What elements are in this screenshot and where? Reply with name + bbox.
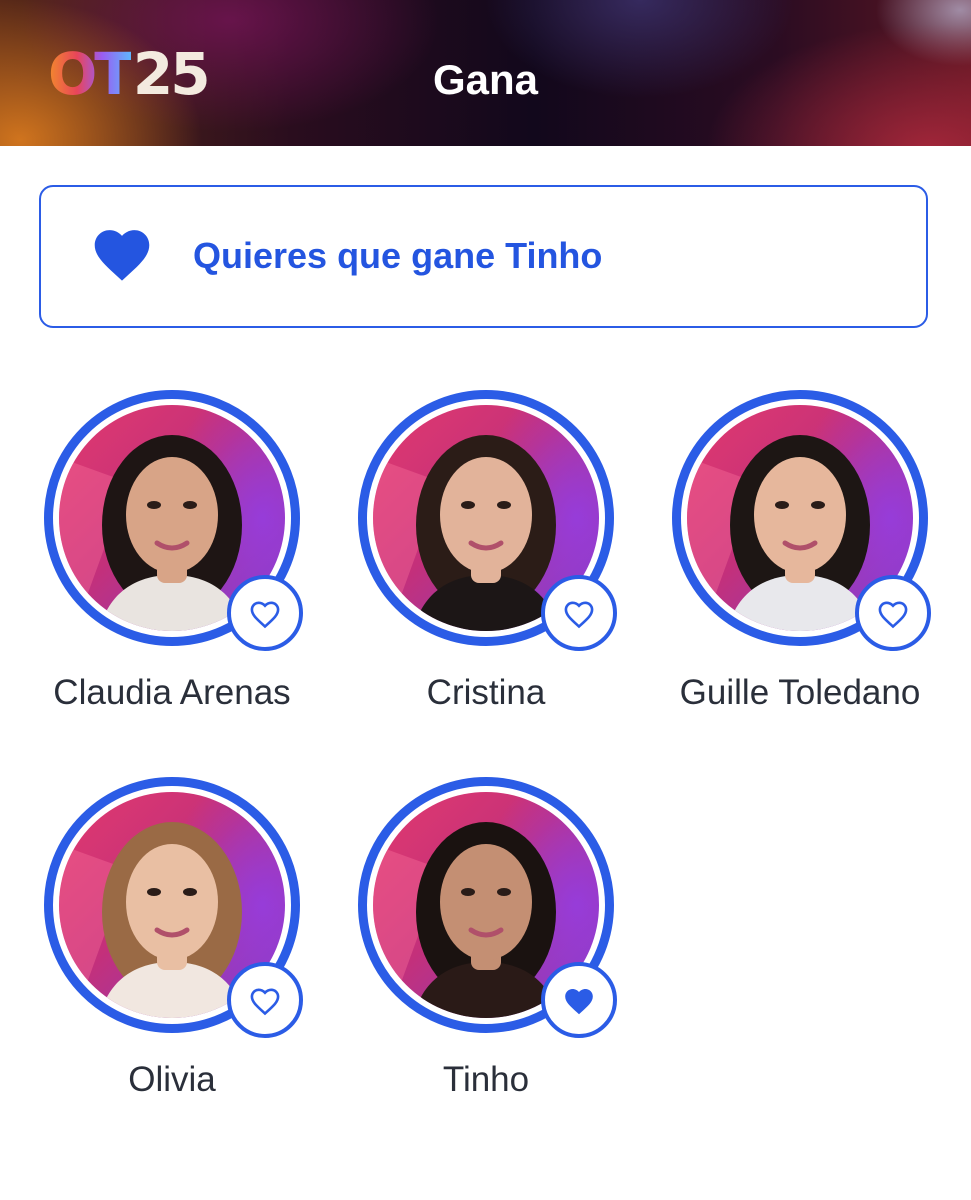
contestant-name: Olivia — [128, 1060, 216, 1099]
contestant-name: Claudia Arenas — [53, 673, 291, 712]
like-button[interactable] — [227, 962, 303, 1038]
contestant-card-olivia[interactable]: Olivia — [39, 777, 339, 1117]
contestant-name: Cristina — [426, 673, 546, 712]
heart-outline-icon — [564, 601, 594, 629]
heart-outline-icon — [250, 988, 280, 1016]
heart-filled-icon — [94, 230, 150, 281]
heart-filled-icon — [565, 988, 593, 1015]
current-vote-banner: Quieres que gane Tinho — [39, 185, 928, 328]
contestant-card-guille-toledano[interactable]: Guille Toledano — [667, 390, 967, 730]
like-button[interactable] — [541, 962, 617, 1038]
like-button[interactable] — [227, 575, 303, 651]
contestant-card-claudia-arenas[interactable]: Claudia Arenas — [39, 390, 339, 730]
contestant-name: Guille Toledano — [679, 673, 921, 712]
vote-status-text: Quieres que gane Tinho — [193, 235, 603, 276]
heart-outline-icon — [878, 601, 908, 629]
contestant-card-cristina[interactable]: Cristina — [353, 390, 653, 730]
heart-outline-icon — [250, 601, 280, 629]
contestant-card-tinho[interactable]: Tinho — [353, 777, 653, 1117]
like-button[interactable] — [855, 575, 931, 651]
like-button[interactable] — [541, 575, 617, 651]
page-title: Gana — [432, 56, 539, 103]
contestant-name: Tinho — [442, 1060, 530, 1099]
app-header: OT 25 Gana — [0, 0, 971, 146]
